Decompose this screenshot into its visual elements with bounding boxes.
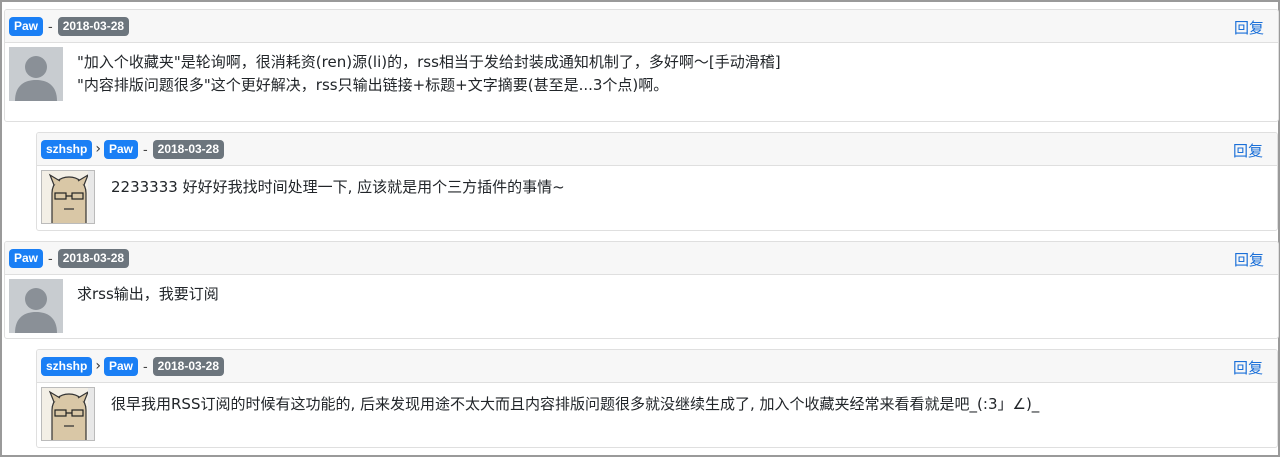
author-badge[interactable]: szhshp xyxy=(41,139,93,159)
date-badge: 2018-03-28 xyxy=(152,139,225,159)
author-badge[interactable]: Paw xyxy=(9,248,44,268)
cartoon-user-avatar-icon xyxy=(41,170,95,224)
reply-line: 2233333 好好好我找时间处理一下, 应该就是用个三方插件的事情~ xyxy=(111,178,565,196)
reply-card: szhshp › Paw - 2018-03-28 回复 2233333 好好好… xyxy=(36,132,1278,231)
reply-header: szhshp › Paw - 2018-03-28 回复 xyxy=(37,350,1277,383)
separator-dash: - xyxy=(48,250,53,266)
reply-line: 很早我用RSS订阅的时候有这功能的, 后来发现用途不太大而且内容排版问题很多就没… xyxy=(111,395,1040,413)
reply-link[interactable]: 回复 xyxy=(1234,249,1264,270)
reply-card: szhshp › Paw - 2018-03-28 回复 很早我用RSS订阅的时… xyxy=(36,349,1278,448)
comment-card: Paw - 2018-03-28 回复 "加入个收藏夹"是轮询啊，很消耗资(re… xyxy=(4,9,1279,122)
date-badge: 2018-03-28 xyxy=(152,356,225,376)
separator-dash: - xyxy=(142,358,148,374)
reply-header: szhshp › Paw - 2018-03-28 回复 xyxy=(37,133,1277,166)
comment-line: "内容排版问题很多"这个更好解决，rss只输出链接+标题+文字摘要(甚至是...… xyxy=(77,76,669,94)
date-badge: 2018-03-28 xyxy=(57,248,130,268)
default-user-avatar-icon xyxy=(9,279,63,333)
comment-header: Paw - 2018-03-28 回复 xyxy=(5,242,1278,275)
reply-link[interactable]: 回复 xyxy=(1233,140,1263,161)
comment-line: "加入个收藏夹"是轮询啊，很消耗资(ren)源(li)的，rss相当于发给封装成… xyxy=(77,53,781,71)
reply-to-badge[interactable]: Paw xyxy=(103,356,138,376)
separator-dash: - xyxy=(142,141,148,157)
reply-to-badge[interactable]: Paw xyxy=(103,139,138,159)
comment-line: 求rss输出，我要订阅 xyxy=(77,285,219,303)
reply-text: 2233333 好好好我找时间处理一下, 应该就是用个三方插件的事情~ xyxy=(111,176,565,199)
comment-header: Paw - 2018-03-28 回复 xyxy=(5,10,1278,43)
reply-link[interactable]: 回复 xyxy=(1234,17,1264,38)
comment-card: Paw - 2018-03-28 回复 求rss输出，我要订阅 xyxy=(4,241,1279,339)
comment-text: "加入个收藏夹"是轮询啊，很消耗资(ren)源(li)的，rss相当于发给封装成… xyxy=(77,51,781,97)
reply-text: 很早我用RSS订阅的时候有这功能的, 后来发现用途不太大而且内容排版问题很多就没… xyxy=(111,393,1039,416)
cartoon-user-avatar-icon xyxy=(41,387,95,441)
date-badge: 2018-03-28 xyxy=(57,16,130,36)
reply-link[interactable]: 回复 xyxy=(1233,357,1263,378)
author-badge[interactable]: Paw xyxy=(9,16,44,36)
chevron-right-icon: › xyxy=(95,141,101,157)
separator-dash: - xyxy=(48,18,53,34)
chevron-right-icon: › xyxy=(95,358,101,374)
author-badge[interactable]: szhshp xyxy=(41,356,93,376)
default-user-avatar-icon xyxy=(9,47,63,101)
comment-text: 求rss输出，我要订阅 xyxy=(77,283,219,306)
